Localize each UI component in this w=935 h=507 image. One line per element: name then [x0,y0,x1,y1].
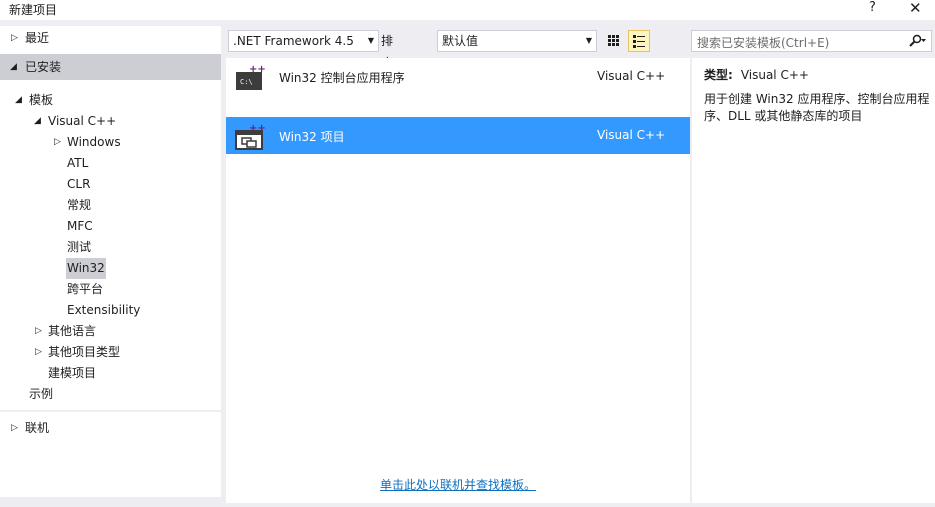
expand-arrow-icon[interactable]: ▷ [35,342,42,363]
nav-item-cross-platform[interactable]: 跨平台 [0,279,221,300]
svg-text:++: ++ [249,64,265,75]
win32-project-icon: ++ [235,122,266,150]
grid-view-icon [608,35,619,46]
dialog-body: ▷ 最近 ◢ 已安装 ◢ 模板 ◢ Visual C++ ▷ Windows A… [0,20,935,507]
nav-item-other-project-types[interactable]: ▷ 其他项目类型 [0,342,221,363]
template-list: C:\ ++ Win32 控制台应用程序 Visual C++ ++ Win32… [226,58,690,503]
search-placeholder: 搜索已安装模板(Ctrl+E) [697,36,830,50]
dropdown-arrow-icon: ▼ [585,36,592,45]
expand-arrow-icon[interactable]: ▷ [35,321,42,342]
nav-item-online[interactable]: ▷ 联机 [0,418,221,439]
dropdown-arrow-icon: ▼ [367,36,374,45]
nav-item-extensibility[interactable]: Extensibility [0,300,221,321]
sort-select[interactable]: 默认值 ▼ [437,30,597,52]
console-app-icon: C:\ ++ [235,63,266,91]
nav-item-mfc[interactable]: MFC [0,216,221,237]
nav-section-installed: ◢ 已安装 ◢ 模板 ◢ Visual C++ ▷ Windows ATL CL… [0,54,221,410]
nav-item-clr[interactable]: CLR [0,174,221,195]
title-bar: 新建项目 ? ✕ [0,0,935,20]
collapse-arrow-icon[interactable]: ◢ [34,111,41,132]
template-item-console-app[interactable]: C:\ ++ Win32 控制台应用程序 Visual C++ [226,58,690,95]
type-label: 类型: [704,68,733,82]
nav-item-recent[interactable]: ▷ 最近 [0,28,221,49]
svg-text:C:\: C:\ [240,78,253,86]
find-templates-online-link[interactable]: 单击此处以联机并查找模板。 [380,476,536,493]
svg-text:++: ++ [249,123,265,134]
template-type-row: 类型: Visual C++ [704,66,809,83]
template-details-pane: 类型: Visual C++ 用于创建 Win32 应用程序、控制台应用程序、DL… [692,58,935,503]
template-description: 用于创建 Win32 应用程序、控制台应用程序、DLL 或其他静态库的项目 [704,92,930,123]
nav-item-templates[interactable]: ◢ 模板 [0,90,221,111]
close-button[interactable]: ✕ [909,0,922,17]
template-nav-tree: ▷ 最近 ◢ 已安装 ◢ 模板 ◢ Visual C++ ▷ Windows A… [0,26,221,497]
search-icon[interactable] [908,34,926,51]
template-item-win32-project[interactable]: ++ Win32 项目 Visual C++ [226,117,690,154]
nav-item-test[interactable]: 测试 [0,237,221,258]
nav-item-general[interactable]: 常规 [0,195,221,216]
nav-item-atl[interactable]: ATL [0,153,221,174]
window-title: 新建项目 [9,3,58,17]
nav-section-recent: ▷ 最近 [0,26,221,54]
expand-arrow-icon[interactable]: ▷ [11,28,18,49]
collapse-arrow-icon[interactable]: ◢ [10,54,17,80]
nav-item-installed[interactable]: ◢ 已安装 [0,54,221,80]
expand-arrow-icon[interactable]: ▷ [54,132,61,153]
expand-arrow-icon[interactable]: ▷ [11,418,18,439]
framework-select[interactable]: .NET Framework 4.5 ▼ [228,30,379,52]
nav-item-win32[interactable]: Win32 [0,258,221,279]
type-value: Visual C++ [740,68,809,82]
list-view-button[interactable] [628,30,650,52]
list-view-icon [633,35,645,48]
collapse-arrow-icon[interactable]: ◢ [15,90,22,111]
small-icons-view-button[interactable] [602,30,624,52]
help-button[interactable]: ? [869,0,876,15]
nav-item-samples[interactable]: 示例 [0,384,221,405]
nav-item-windows[interactable]: ▷ Windows [0,132,221,153]
nav-item-visual-cpp[interactable]: ◢ Visual C++ [0,111,221,132]
nav-item-other-languages[interactable]: ▷ 其他语言 [0,321,221,342]
nav-section-online: ▷ 联机 [0,412,221,497]
nav-item-modeling-projects[interactable]: 建模项目 [0,363,221,384]
template-search-input[interactable]: 搜索已安装模板(Ctrl+E) [691,30,932,52]
